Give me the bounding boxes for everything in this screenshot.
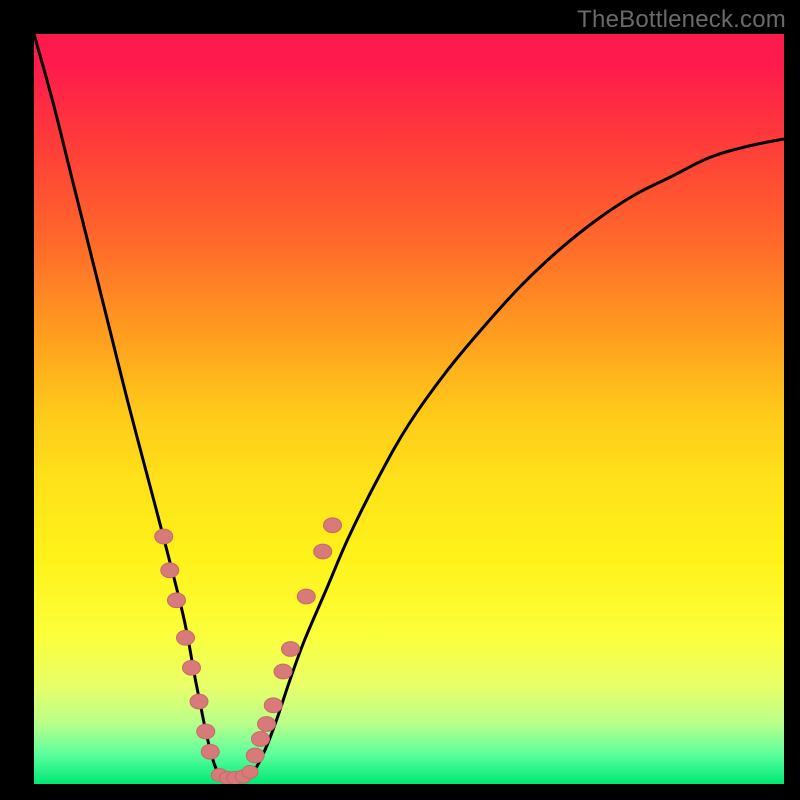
curve-marker-left (183, 660, 201, 675)
plot-area (34, 34, 784, 784)
curve-marker-right (258, 717, 276, 732)
curve-marker-left (201, 744, 219, 759)
curve-marker-left (197, 724, 215, 739)
curve-marker-right (324, 518, 342, 533)
curve-marker-right (274, 664, 292, 679)
bottleneck-curve-path (34, 34, 784, 782)
curve-marker-left (168, 593, 186, 608)
curve-marker-left (190, 694, 208, 709)
curve-marker-bottom (242, 765, 258, 778)
curve-marker-right (264, 698, 282, 713)
curve-marker-left (177, 630, 195, 645)
curve-marker-right (246, 748, 264, 763)
bottleneck-curve (34, 34, 784, 784)
curve-marker-right (282, 642, 300, 657)
curve-marker-right (297, 589, 315, 604)
chart-frame: TheBottleneck.com (0, 0, 800, 800)
watermark-text: TheBottleneck.com (577, 6, 786, 34)
curve-marker-right (314, 544, 332, 559)
curve-marker-left (155, 529, 173, 544)
curve-marker-right (252, 732, 270, 747)
curve-marker-left (161, 563, 179, 578)
